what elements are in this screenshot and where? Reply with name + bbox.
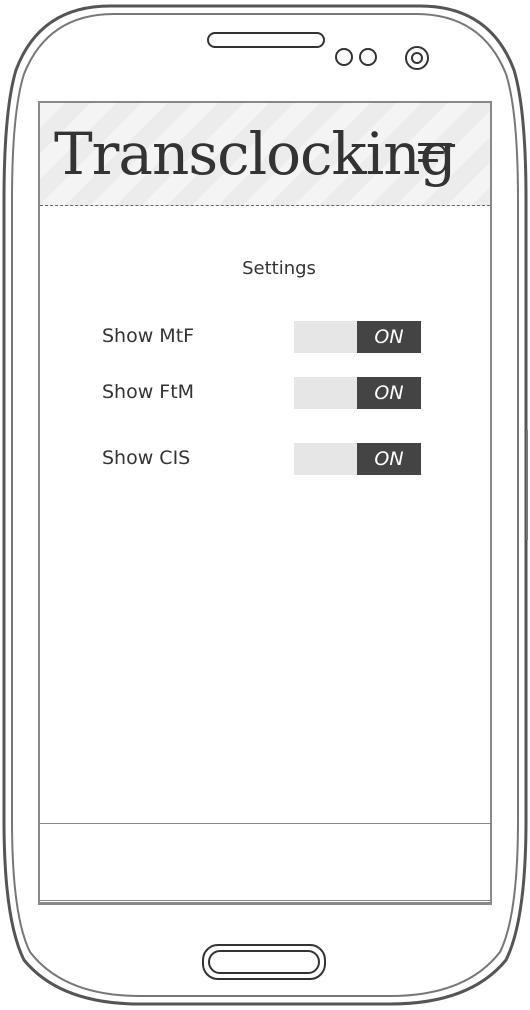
proximity-sensor-icon [335, 48, 377, 66]
show-ftm-toggle[interactable]: ON [294, 377, 421, 409]
app-title: Transclocking [54, 120, 457, 188]
setting-label: Show MtF [102, 325, 195, 347]
setting-row-show-ftm: Show FtM ON [102, 377, 432, 411]
setting-row-show-cis: Show CIS ON [102, 443, 432, 477]
setting-label: Show FtM [102, 381, 195, 403]
speaker-grille-icon [207, 32, 325, 48]
app-header: Transclocking [40, 103, 490, 206]
show-mtf-toggle[interactable]: ON [294, 321, 421, 353]
toggle-on-knob: ON [357, 443, 421, 475]
phone-mockup: Transclocking Settings Show MtF ON Show … [0, 0, 530, 1010]
bottom-bar [40, 823, 490, 903]
toggle-on-knob: ON [357, 377, 421, 409]
setting-label: Show CIS [102, 447, 191, 469]
show-cis-toggle[interactable]: ON [294, 443, 421, 475]
front-camera-icon [405, 46, 429, 70]
toggle-on-knob: ON [357, 321, 421, 353]
settings-title: Settings [242, 258, 316, 279]
app-screen: Transclocking Settings Show MtF ON Show … [40, 103, 490, 903]
hamburger-menu-icon[interactable] [418, 141, 454, 167]
setting-row-show-mtf: Show MtF ON [102, 321, 432, 355]
home-button[interactable] [202, 944, 326, 980]
